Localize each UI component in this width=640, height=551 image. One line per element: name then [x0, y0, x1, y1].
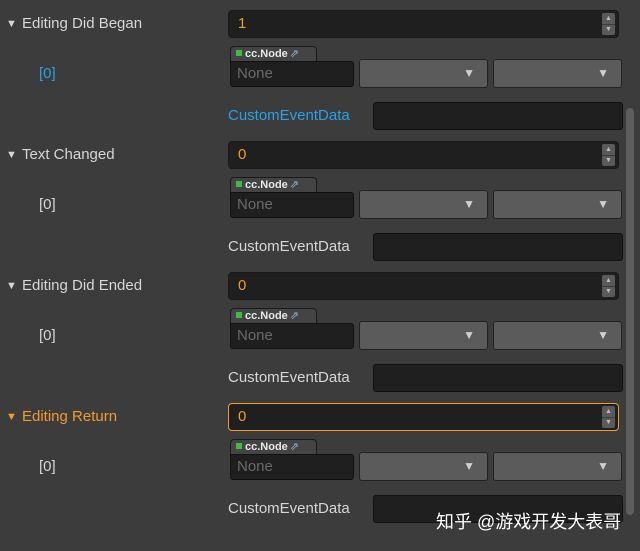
- number-spinner[interactable]: ▲ ▼: [602, 275, 615, 297]
- chevron-down-icon: ▼: [463, 197, 475, 211]
- section-label: Text Changed: [22, 146, 115, 163]
- chevron-down-icon: ▼: [597, 197, 609, 211]
- spin-up-icon[interactable]: ▲: [602, 275, 615, 286]
- external-link-icon[interactable]: ⇗: [290, 441, 299, 453]
- external-link-icon[interactable]: ⇗: [290, 310, 299, 322]
- component-dropdown[interactable]: ▼: [359, 321, 488, 350]
- event-count-value: 1: [238, 15, 247, 32]
- target-node-field[interactable]: None: [230, 454, 354, 480]
- collapse-arrow-icon: ▼: [6, 18, 17, 30]
- inspector-panel: ▼ Editing Did Began 1 ▲ ▼ [0] cc.Node ⇗ N…: [0, 0, 640, 551]
- cc-node-tag-label: cc.Node: [245, 441, 288, 453]
- spin-down-icon[interactable]: ▼: [602, 23, 615, 36]
- spin-down-icon[interactable]: ▼: [602, 416, 615, 429]
- external-link-icon[interactable]: ⇗: [290, 48, 299, 60]
- target-node-field[interactable]: None: [230, 192, 354, 218]
- spin-up-icon[interactable]: ▲: [602, 13, 615, 24]
- section-toggle-editing-did-ended[interactable]: ▼ Editing Did Ended: [6, 276, 142, 296]
- section-label: Editing Did Ended: [22, 277, 143, 294]
- external-link-icon[interactable]: ⇗: [290, 179, 299, 191]
- chevron-down-icon: ▼: [597, 66, 609, 80]
- component-dropdown[interactable]: ▼: [359, 59, 488, 88]
- cc-node-tag: cc.Node ⇗: [230, 308, 317, 324]
- event-count-value: 0: [238, 277, 247, 294]
- spin-down-icon[interactable]: ▼: [602, 285, 615, 298]
- custom-event-data-label: CustomEventData: [228, 500, 350, 517]
- handler-index-label[interactable]: [0]: [39, 195, 56, 215]
- custom-event-data-label: CustomEventData: [228, 238, 350, 255]
- vertical-scrollbar[interactable]: [626, 108, 634, 515]
- collapse-arrow-icon: ▼: [6, 280, 17, 292]
- chevron-down-icon: ▼: [597, 459, 609, 473]
- handler-dropdown[interactable]: ▼: [493, 452, 622, 481]
- cc-node-tag: cc.Node ⇗: [230, 177, 317, 193]
- handler-index-label[interactable]: [0]: [39, 326, 56, 346]
- handler-dropdown[interactable]: ▼: [493, 190, 622, 219]
- event-count-field[interactable]: 0 ▲ ▼: [228, 141, 619, 169]
- cc-node-tag: cc.Node ⇗: [230, 439, 317, 455]
- custom-event-data-label: CustomEventData: [228, 369, 350, 386]
- node-type-icon: [236, 181, 242, 187]
- component-dropdown[interactable]: ▼: [359, 190, 488, 219]
- node-type-icon: [236, 312, 242, 318]
- custom-event-data-input[interactable]: [373, 233, 623, 261]
- custom-event-data-input[interactable]: [373, 364, 623, 392]
- section-label: Editing Return: [22, 408, 118, 425]
- custom-event-data-input[interactable]: [373, 102, 623, 130]
- event-count-value: 0: [238, 408, 247, 425]
- handler-index-label[interactable]: [0]: [39, 64, 56, 84]
- event-count-field[interactable]: 0 ▲ ▼: [228, 272, 619, 300]
- number-spinner[interactable]: ▲ ▼: [602, 144, 615, 166]
- collapse-arrow-icon: ▼: [6, 411, 17, 423]
- chevron-down-icon: ▼: [597, 328, 609, 342]
- section-toggle-editing-return[interactable]: ▼ Editing Return: [6, 407, 117, 427]
- event-count-value: 0: [238, 146, 247, 163]
- chevron-down-icon: ▼: [463, 328, 475, 342]
- spin-up-icon[interactable]: ▲: [602, 406, 615, 417]
- target-node-field[interactable]: None: [230, 323, 354, 349]
- event-count-field[interactable]: 1 ▲ ▼: [228, 10, 619, 38]
- event-count-field[interactable]: 0 ▲ ▼: [228, 403, 619, 431]
- watermark-text: 知乎 @游戏开发大表哥: [436, 512, 622, 532]
- node-type-icon: [236, 50, 242, 56]
- chevron-down-icon: ▼: [463, 66, 475, 80]
- node-type-icon: [236, 443, 242, 449]
- section-toggle-text-changed[interactable]: ▼ Text Changed: [6, 145, 115, 165]
- handler-index-label[interactable]: [0]: [39, 457, 56, 477]
- cc-node-tag-label: cc.Node: [245, 310, 288, 322]
- handler-dropdown[interactable]: ▼: [493, 321, 622, 350]
- number-spinner[interactable]: ▲ ▼: [602, 406, 615, 428]
- spin-up-icon[interactable]: ▲: [602, 144, 615, 155]
- cc-node-tag-label: cc.Node: [245, 48, 288, 60]
- component-dropdown[interactable]: ▼: [359, 452, 488, 481]
- target-node-field[interactable]: None: [230, 61, 354, 87]
- section-label: Editing Did Began: [22, 15, 143, 32]
- collapse-arrow-icon: ▼: [6, 149, 17, 161]
- cc-node-tag-label: cc.Node: [245, 179, 288, 191]
- section-toggle-editing-did-began[interactable]: ▼ Editing Did Began: [6, 14, 142, 34]
- chevron-down-icon: ▼: [463, 459, 475, 473]
- custom-event-data-label: CustomEventData: [228, 107, 350, 124]
- cc-node-tag: cc.Node ⇗: [230, 46, 317, 62]
- spin-down-icon[interactable]: ▼: [602, 154, 615, 167]
- number-spinner[interactable]: ▲ ▼: [602, 13, 615, 35]
- handler-dropdown[interactable]: ▼: [493, 59, 622, 88]
